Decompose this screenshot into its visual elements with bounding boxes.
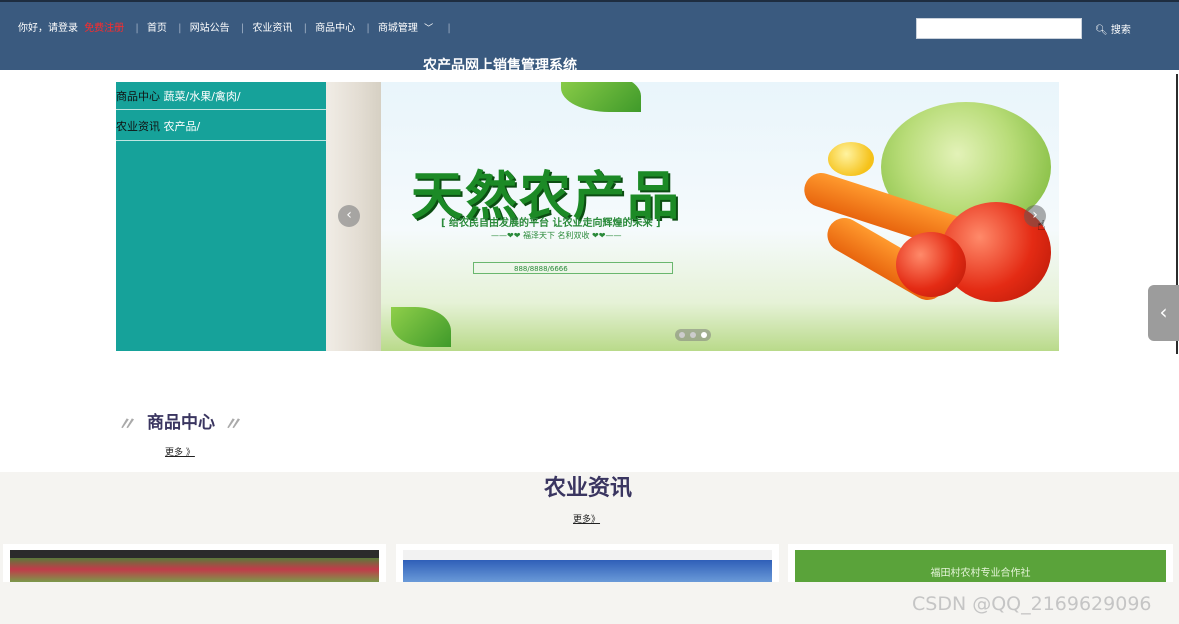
banner-phone: 888/8888/6666 <box>473 262 673 274</box>
pepper-image <box>828 142 874 176</box>
news-card-image: 福田村农村专业合作社 <box>795 550 1166 582</box>
leaf-decoration <box>561 82 641 112</box>
news-card-caption: 福田村农村专业合作社 <box>930 568 1031 579</box>
side-menu-item-news[interactable]: 农业资讯 农产品/ <box>116 110 326 141</box>
chevron-down-icon: ﹀ <box>424 24 434 34</box>
nav-separator: | <box>240 23 245 34</box>
quote-mark-icon: 〃 <box>223 414 241 435</box>
carousel-banner[interactable]: 天然农产品 [ 给农民自由发展的平台 让农业走向辉煌的未来 ] ——❤❤ 福泽天… <box>381 82 1059 351</box>
search-input[interactable] <box>916 18 1082 39</box>
nav-item-announcements[interactable]: 网站公告 <box>190 23 230 34</box>
banner-tagline: [ 给农民自由发展的平台 让农业走向辉煌的未来 ] <box>441 218 661 229</box>
nav-separator: | <box>303 23 307 34</box>
carousel-dot[interactable] <box>679 332 685 338</box>
carousel-prev-button[interactable]: ‹ <box>338 205 360 227</box>
nav-separator: | <box>447 23 451 34</box>
search-button[interactable]: 🔍︎ 搜索 <box>1095 21 1131 36</box>
side-menu-links[interactable]: 农产品/ <box>164 120 201 133</box>
nav-item-news[interactable]: 农业资讯 <box>252 23 292 34</box>
category-side-panel: 商品中心 蔬菜/水果/禽肉/ 农业资讯 农产品/ <box>116 82 326 351</box>
chevron-left-icon: ‹ <box>1159 300 1168 324</box>
news-card[interactable] <box>3 544 386 582</box>
news-card[interactable]: 福田村农村专业合作社 <box>788 544 1173 582</box>
search-icon: 🔍︎ <box>1095 25 1108 36</box>
side-menu-links[interactable]: 蔬菜/水果/禽肉/ <box>164 90 241 103</box>
tomato-image <box>896 232 966 297</box>
banner-slogan: ——❤❤ 福泽天下 名利双收 ❤❤—— <box>491 231 622 240</box>
carousel-dot-active[interactable] <box>701 332 707 338</box>
nav-item-home[interactable]: 首页 <box>147 23 167 34</box>
side-drawer-toggle[interactable]: ‹ <box>1148 285 1179 341</box>
search-button-label: 搜索 <box>1110 25 1131 36</box>
products-section-title: 商品中心 <box>147 413 215 433</box>
mouse-cursor-icon: ☝ <box>1037 218 1046 234</box>
nav-separator: | <box>178 23 182 34</box>
side-menu-label: 商品中心 <box>116 90 160 103</box>
side-menu-label: 农业资讯 <box>116 120 160 133</box>
site-title: 农产品网上销售管理系统 <box>423 58 577 74</box>
chevron-left-icon: ‹ <box>346 207 352 223</box>
login-link[interactable]: 你好，请登录 <box>18 23 78 34</box>
news-more-link[interactable]: 更多》 <box>573 512 600 525</box>
register-link[interactable]: 免费注册 <box>84 23 124 34</box>
carousel-dot[interactable] <box>690 332 696 338</box>
nav-separator: | <box>135 23 139 34</box>
news-section-title: 农业资讯 <box>543 476 632 501</box>
nav-item-products[interactable]: 商品中心 <box>315 23 355 34</box>
nav-separator: | <box>366 23 370 34</box>
nav-item-mall-admin-label: 商城管理 <box>377 23 418 34</box>
side-menu-item-products[interactable]: 商品中心 蔬菜/水果/禽肉/ <box>116 82 326 110</box>
products-more-link[interactable]: 更多 》 <box>165 445 195 458</box>
watermark: CSDN @QQ_2169629096 <box>912 593 1152 615</box>
news-card[interactable] <box>396 544 779 582</box>
quote-mark-icon: 〃 <box>117 414 135 435</box>
leaf-decoration <box>391 307 451 347</box>
carousel-indicators <box>675 329 711 341</box>
top-navigation-bar: 你好，请登录 免费注册 | 首页 | 网站公告 | 农业资讯 | 商品中心 | … <box>0 0 1179 74</box>
news-card-image <box>10 550 379 582</box>
news-card-image <box>403 550 772 582</box>
nav-item-mall-admin[interactable]: 商城管理 ﹀ <box>378 23 436 34</box>
top-nav: 你好，请登录 免费注册 | 首页 | 网站公告 | 农业资讯 | 商品中心 | … <box>18 19 456 34</box>
